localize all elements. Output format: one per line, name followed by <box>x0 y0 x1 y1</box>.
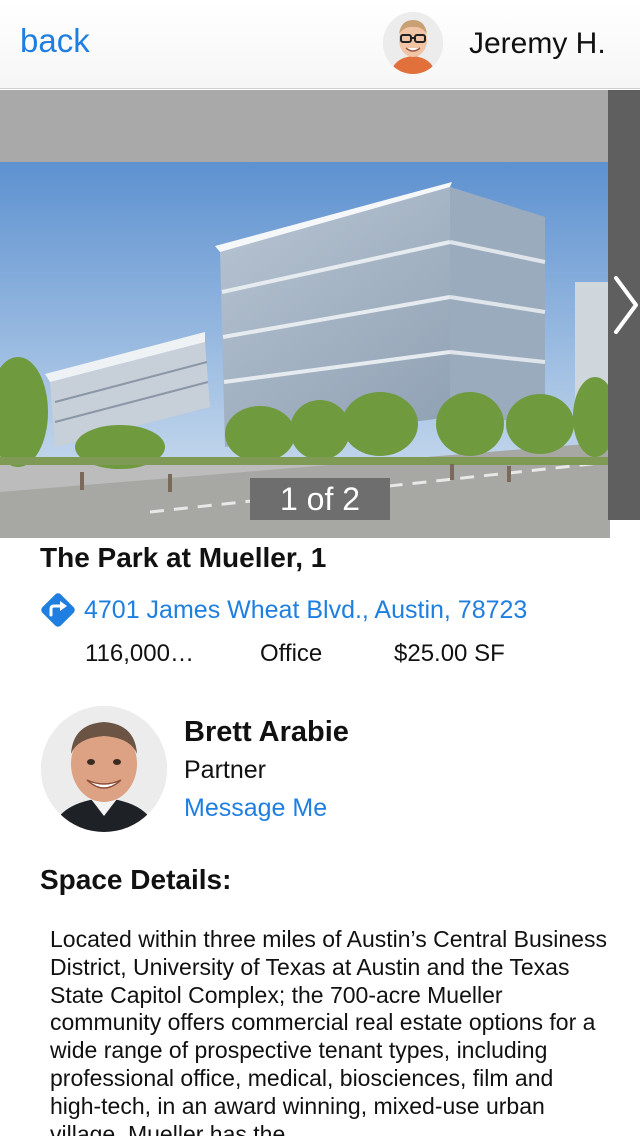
nav-bar: back Jeremy H. <box>0 0 640 89</box>
photo-counter: 1 of 2 <box>250 478 390 520</box>
back-button[interactable]: back <box>20 22 90 60</box>
listing-size: 116,000… <box>85 640 194 667</box>
listing-type: Office <box>260 640 323 667</box>
agent-name: Brett Arabie <box>184 716 349 748</box>
address-row[interactable]: 4701 James Wheat Blvd., Austin, 78723 <box>38 590 527 630</box>
listing-title: The Park at Mueller, 1 <box>40 542 327 573</box>
directions-icon[interactable] <box>38 590 78 630</box>
photo-gallery[interactable]: 1 of 2 <box>0 90 640 538</box>
chevron-right-icon[interactable] <box>608 270 640 340</box>
listing-price: $25.00 SF <box>394 640 505 667</box>
message-me-link[interactable]: Message Me <box>184 794 327 823</box>
user-name[interactable]: Jeremy H. <box>469 27 606 61</box>
address-link[interactable]: 4701 James Wheat Blvd., Austin, 78723 <box>84 596 527 625</box>
space-details-heading: Space Details: <box>40 864 232 895</box>
space-description: Located within three miles of Austin’s C… <box>50 926 607 1136</box>
user-avatar[interactable] <box>383 12 443 74</box>
agent-avatar[interactable] <box>41 706 167 832</box>
agent-role: Partner <box>184 756 266 784</box>
